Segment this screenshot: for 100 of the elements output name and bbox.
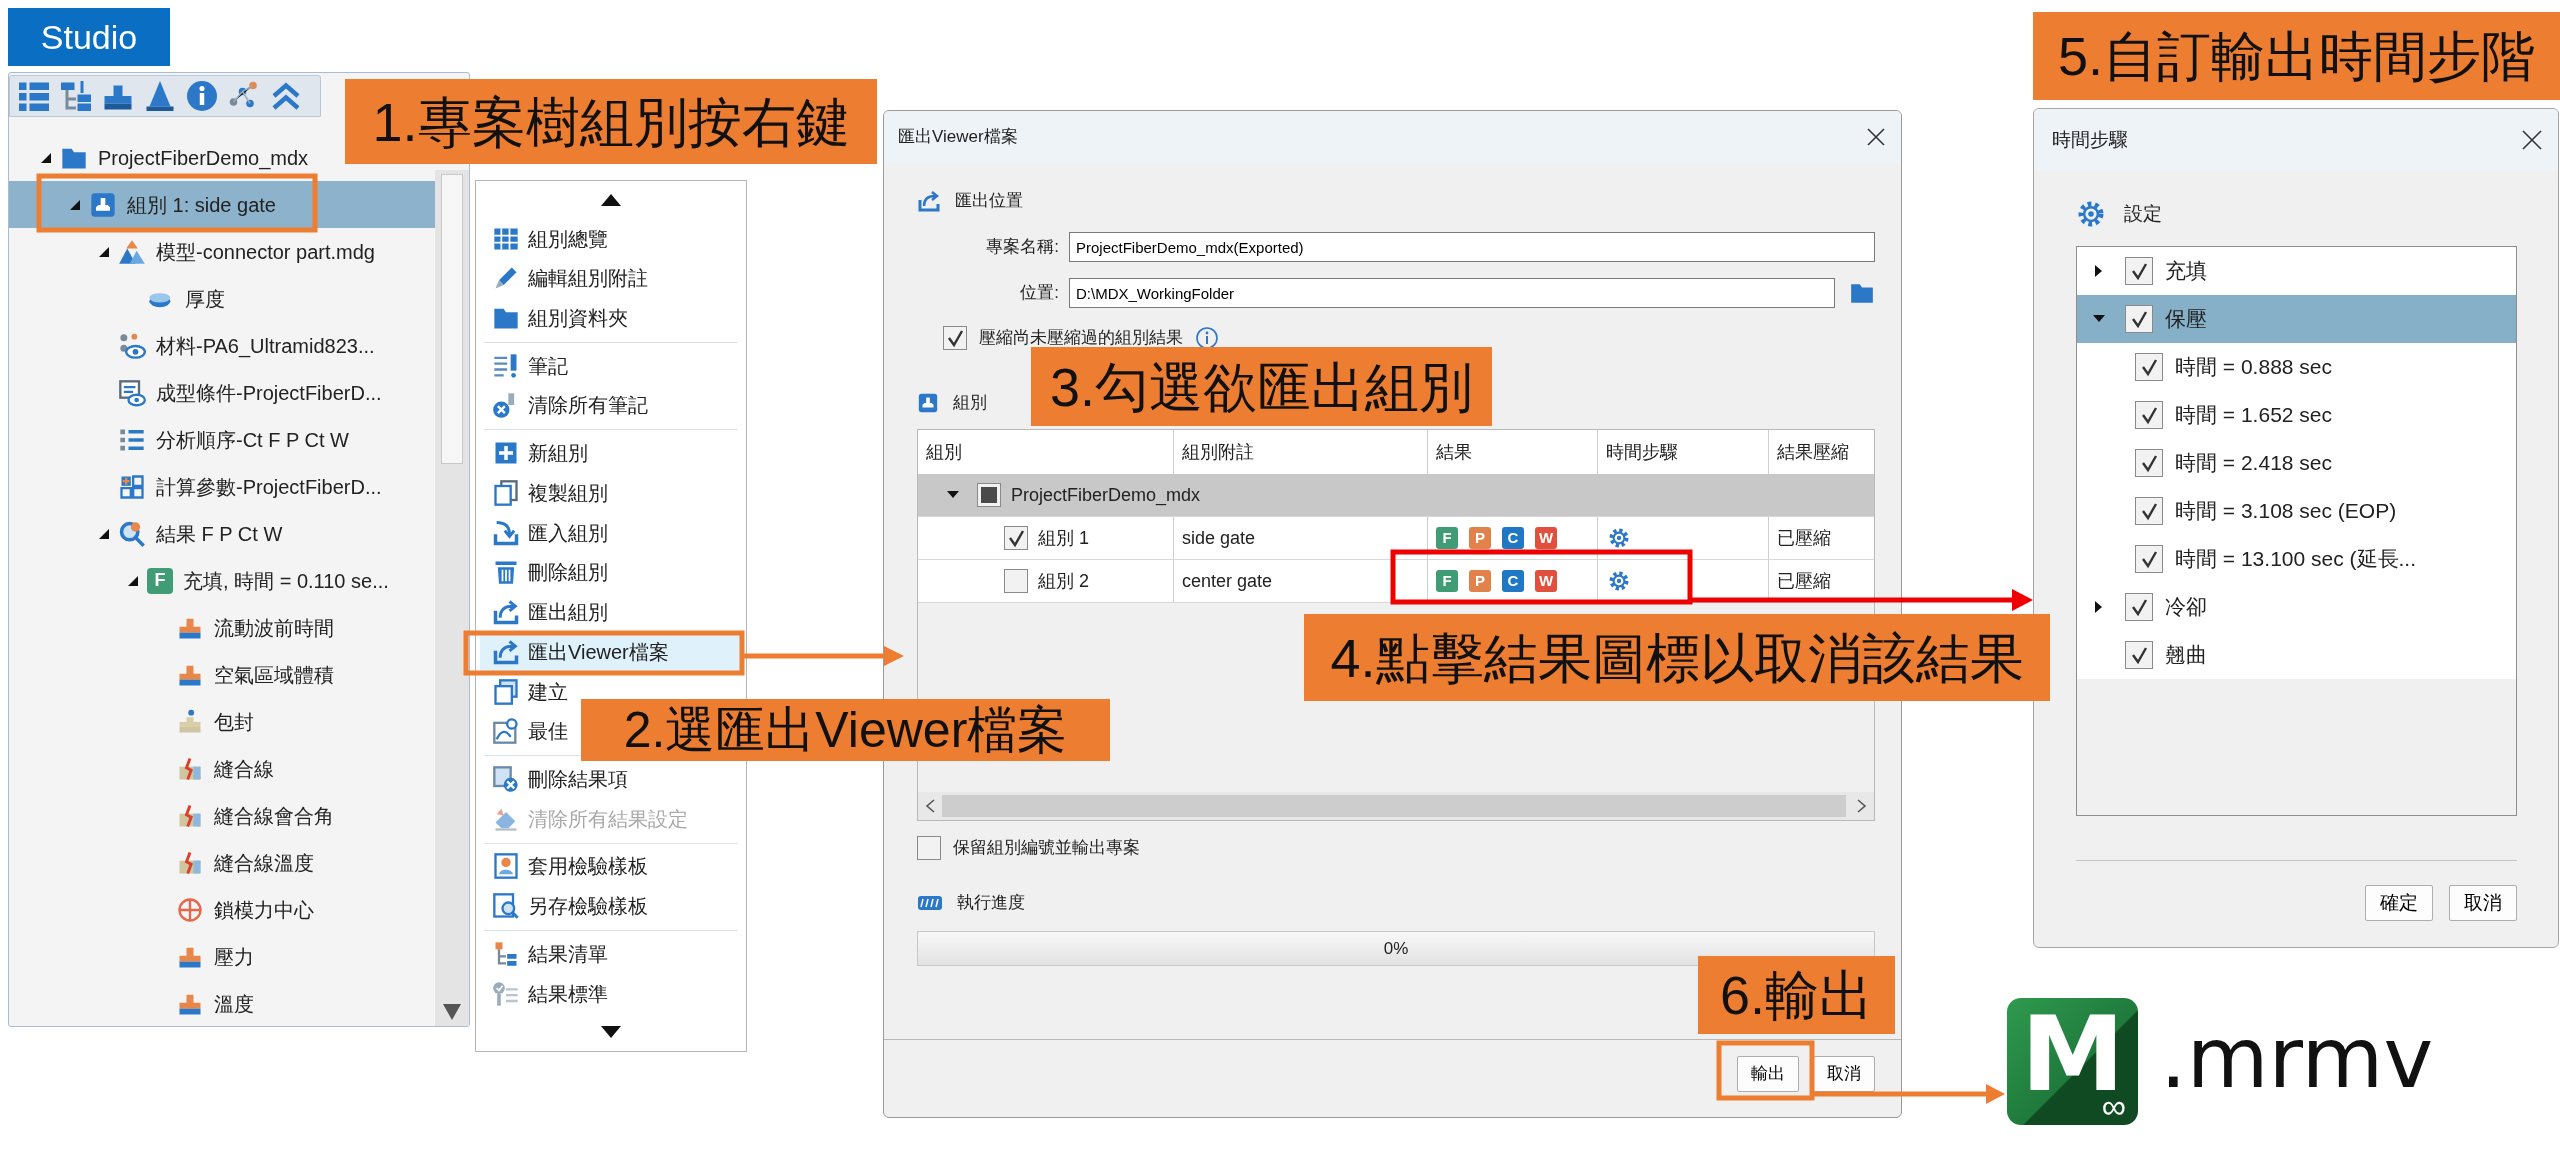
tree-item[interactable]: ProjectFiberDemo_mdx [9, 134, 315, 181]
menu-item[interactable]: 新組別 [480, 433, 594, 474]
tree-item[interactable]: 冷卻 [2077, 583, 2516, 631]
tree-item[interactable]: 縫合線溫度 [9, 839, 320, 886]
tree-item[interactable]: F 充填, 時間 = 0.110 se... [9, 557, 395, 604]
column-header[interactable]: 結果壓縮 [1769, 430, 1874, 474]
checkbox[interactable] [2135, 401, 2163, 429]
menu-item[interactable]: 編輯組別附註 [480, 258, 654, 299]
checkbox[interactable] [2135, 545, 2163, 573]
callout-label: 2.選匯出Viewer檔案 [581, 699, 1110, 761]
export-button[interactable]: 輸出 [1737, 1056, 1799, 1092]
tree-item[interactable]: 結果 F P Ct W [9, 510, 289, 557]
tree-item[interactable]: 縫合線會合角 [9, 792, 340, 839]
menu-item[interactable]: 另存檢驗樣板 [480, 886, 654, 926]
result-badge[interactable]: W [1535, 570, 1557, 592]
menu-item[interactable]: 刪除結果項 [480, 759, 634, 799]
checkbox[interactable] [943, 326, 967, 350]
tree-item[interactable]: 鎖模力中心 [9, 886, 320, 933]
check-icon [2129, 309, 2149, 329]
tree-item[interactable]: 翹曲 [2077, 631, 2516, 679]
export-icon [917, 189, 941, 213]
scroll-down-icon[interactable] [601, 1026, 621, 1039]
note-icon [492, 351, 520, 380]
tree-item[interactable]: 空氣區域體積 [9, 651, 340, 698]
file-extension: .mrmv [2160, 1016, 2434, 1100]
curve-icon [492, 717, 520, 746]
menu-item[interactable]: 匯入組別 [480, 512, 614, 553]
magnifier-icon [118, 519, 146, 548]
tree-item[interactable]: 流動波前時間 [9, 604, 340, 651]
tree-item[interactable]: 計算參數-ProjectFiberD... [9, 463, 388, 510]
menu-item[interactable]: 建立 [480, 671, 574, 712]
tree-item[interactable]: 分析順序-Ct F P Ct W [9, 416, 355, 463]
scrollbar[interactable] [435, 170, 469, 1026]
tree-icon[interactable] [58, 78, 94, 114]
result-badge: F [147, 567, 173, 594]
tree-item[interactable]: 組別 1: side gate [9, 181, 435, 228]
checkbox[interactable] [917, 836, 941, 860]
progress-reading: 0% [1383, 937, 1409, 960]
result-badge[interactable]: W [1535, 527, 1557, 549]
ok-button[interactable]: 確定 [2365, 885, 2433, 921]
menu-item[interactable]: 套用檢驗樣板 [480, 846, 654, 887]
menu-item[interactable]: 最佳 [480, 711, 574, 752]
menu-item[interactable]: 清除所有筆記 [480, 385, 654, 426]
result-badge[interactable]: C [1502, 570, 1524, 592]
tree-item[interactable]: 溫度 [9, 980, 260, 1026]
input-field[interactable]: D:\MDX_WorkingFolder [1069, 278, 1835, 308]
checkbox[interactable] [2135, 449, 2163, 477]
checkbox[interactable] [1004, 526, 1028, 550]
tree-item[interactable]: 時間 = 3.108 sec (EOP) [2077, 487, 2516, 535]
menu-item[interactable]: 組別總覽 [480, 218, 614, 259]
result-badge[interactable]: C [1502, 527, 1524, 549]
close-icon[interactable] [1865, 126, 1887, 148]
tree-item[interactable]: 模型-connector part.mdg [9, 228, 381, 275]
checkbox[interactable] [2125, 641, 2153, 669]
tree-item[interactable]: 包封 [9, 698, 260, 745]
close-icon[interactable] [2520, 128, 2544, 152]
input-field[interactable]: ProjectFiberDemo_mdx(Exported) [1069, 232, 1875, 262]
info-icon[interactable] [1195, 326, 1219, 350]
menu-item[interactable]: 筆記 [480, 345, 574, 386]
menu-item[interactable]: 複製組別 [480, 473, 614, 513]
scroll-left-icon[interactable] [924, 798, 936, 814]
tree-item[interactable]: 成型條件-ProjectFiberD... [9, 369, 388, 416]
scroll-thumb[interactable] [942, 795, 1846, 817]
tree-item[interactable]: 充填 [2077, 247, 2516, 295]
check-icon [2139, 549, 2159, 569]
checkbox[interactable] [2135, 497, 2163, 525]
checkbox[interactable] [2125, 257, 2153, 285]
tree-item[interactable]: 縫合線 [9, 745, 280, 792]
menu-item[interactable]: 匯出組別 [480, 592, 614, 632]
section-title: 匯出位置 [955, 190, 1023, 213]
menu-item[interactable]: 組別資料夾 [480, 298, 634, 338]
menu-item[interactable]: 結果標準 [480, 973, 614, 1014]
cancel-button[interactable]: 取消 [2449, 885, 2517, 921]
checkbox[interactable] [2135, 353, 2163, 381]
progress-icon [917, 894, 943, 912]
scroll-right-icon[interactable] [1856, 798, 1868, 814]
menu-item[interactable]: 結果清單 [480, 933, 614, 974]
tree-item[interactable]: 厚度 [9, 275, 231, 322]
table-cell: center gate [1174, 560, 1428, 602]
menu-item[interactable]: 刪除組別 [480, 552, 614, 593]
tree-item[interactable]: 時間 = 13.100 sec (延長... [2077, 535, 2516, 583]
tree-item[interactable]: 壓力 [9, 933, 260, 980]
tree-item[interactable]: 時間 = 0.888 sec [2077, 343, 2516, 391]
tree-item[interactable]: 保壓 [2077, 295, 2516, 343]
check-icon [1006, 528, 1026, 548]
copy-icon [492, 478, 520, 507]
cancel-button[interactable]: 取消 [1813, 1056, 1875, 1092]
scroll-thumb[interactable] [441, 174, 463, 464]
section-title: 執行進度 [957, 892, 1025, 915]
callout-label: 3.勾選欲匯出組別 [1031, 347, 1492, 426]
tree-item[interactable]: 時間 = 2.418 sec [2077, 439, 2516, 487]
field-label: 專案名稱: [985, 236, 1060, 259]
checkbox[interactable] [2125, 593, 2153, 621]
scroll-up-icon[interactable] [601, 193, 621, 206]
info-icon[interactable] [184, 78, 220, 114]
checkbox[interactable] [977, 483, 1001, 507]
tree-item[interactable]: 時間 = 1.652 sec [2077, 391, 2516, 439]
checkbox[interactable] [2125, 305, 2153, 333]
tree-item[interactable]: 材料-PA6_Ultramid823... [9, 322, 381, 369]
checkbox[interactable] [1004, 569, 1028, 593]
